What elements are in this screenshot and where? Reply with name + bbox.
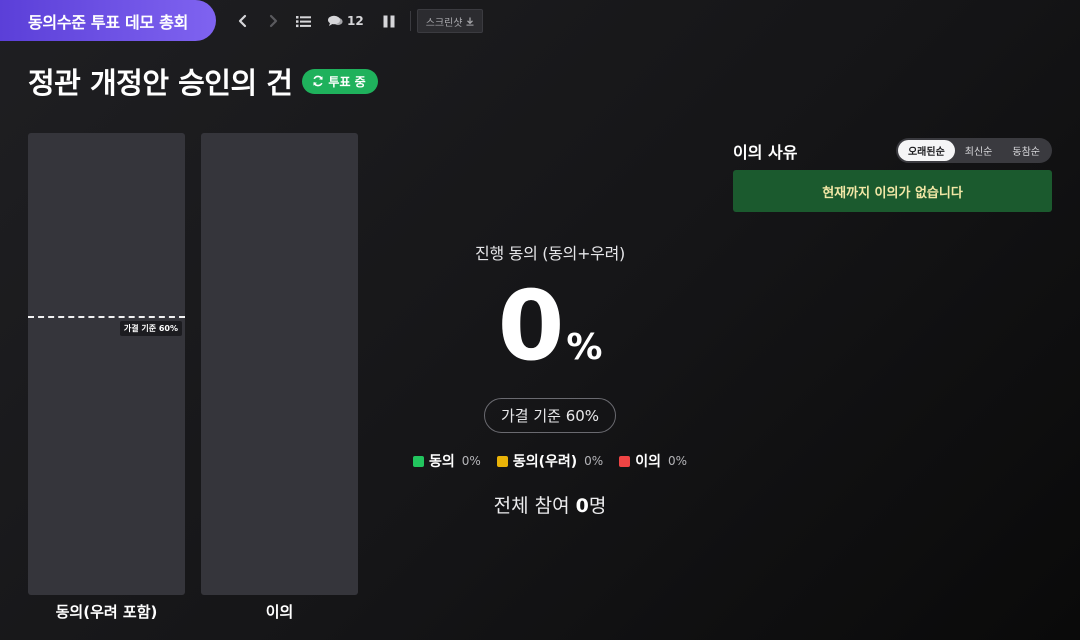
progress-unit: %	[566, 327, 603, 368]
legend-swatch-agree	[413, 455, 424, 467]
progress-percentage: 0 %	[498, 268, 603, 376]
total-participants: 전체 참여 0명	[494, 491, 607, 518]
total-count: 0	[575, 495, 589, 517]
empty-reasons-message: 현재까지 이의가 없습니다	[733, 170, 1052, 212]
toolbar: 12 스크린샷	[228, 8, 483, 34]
disagree-bar-label: 이의	[265, 603, 294, 621]
next-button[interactable]	[258, 8, 288, 34]
reasons-title: 이의 사유	[733, 142, 798, 162]
legend-name: 이의	[635, 454, 661, 470]
list-icon	[295, 15, 311, 27]
legend-pct: 0%	[461, 454, 481, 468]
chevron-right-icon	[269, 14, 278, 28]
threshold-pill: 가결 기준 60%	[483, 398, 617, 433]
objection-reasons-panel: 이의 사유 오래된순 최신순 동참순 현재까지 이의가 없습니다	[733, 138, 1052, 212]
progress-label: 진행 동의 (동의+우려)	[475, 244, 625, 263]
title-row: 정관 개정안 승인의 건 투표 중	[28, 60, 378, 102]
legend-name: 동의(우려)	[512, 454, 578, 470]
refresh-icon	[313, 75, 324, 87]
sort-tab-most-joined[interactable]: 동참순	[1002, 140, 1050, 161]
sort-tabs: 오래된순 최신순 동참순	[895, 138, 1052, 163]
sort-tab-newest[interactable]: 최신순	[955, 140, 1003, 161]
download-icon	[466, 17, 474, 26]
event-title: 동의수준 투표 데모 총회	[27, 12, 188, 32]
legend-item-disagree: 이의 0%	[619, 451, 687, 471]
screenshot-button[interactable]: 스크린샷	[416, 9, 483, 33]
disagree-bar-track	[201, 133, 358, 595]
agree-bar-column: 가결 기준 60% 동의(우려 포함)	[28, 133, 185, 622]
comment-count: 12	[347, 14, 364, 28]
prev-button[interactable]	[228, 8, 258, 34]
legend-swatch-disagree	[619, 455, 631, 467]
legend-name: 동의	[429, 454, 455, 470]
legend-pct: 0%	[667, 454, 687, 468]
screenshot-label: 스크린샷	[425, 17, 463, 29]
agree-bar-track: 가결 기준 60%	[28, 133, 185, 595]
sort-tab-oldest[interactable]: 오래된순	[897, 140, 955, 161]
comments-icon	[328, 15, 343, 26]
progress-summary: 진행 동의 (동의+우려) 0 % 가결 기준 60% 동의 0% 동의(우려)…	[400, 240, 700, 518]
page-title: 정관 개정안 승인의 건	[28, 66, 293, 100]
chevron-left-icon	[238, 14, 247, 28]
disagree-bar-column: 이의	[201, 133, 358, 622]
total-prefix: 전체 참여	[493, 495, 576, 517]
toolbar-divider	[409, 11, 411, 31]
legend-swatch-concern	[496, 455, 508, 467]
pause-button[interactable]	[374, 8, 404, 34]
progress-value: 0	[497, 270, 565, 382]
legend-pct: 0%	[584, 454, 604, 468]
legend-item-concern: 동의(우려) 0%	[496, 451, 604, 471]
pause-icon	[383, 15, 395, 27]
event-title-pill[interactable]: 동의수준 투표 데모 총회	[0, 0, 216, 41]
total-suffix: 명	[588, 495, 607, 517]
status-badge: 투표 중	[302, 68, 378, 94]
agenda-list-button[interactable]	[288, 8, 318, 34]
threshold-line	[28, 315, 185, 318]
comments-button[interactable]: 12	[324, 8, 368, 34]
vote-legend: 동의 0% 동의(우려) 0% 이의 0%	[413, 451, 687, 471]
status-badge-label: 투표 중	[328, 74, 366, 89]
agree-bar-label: 동의(우려 포함)	[55, 603, 158, 621]
threshold-tag: 가결 기준 60%	[119, 320, 182, 336]
reasons-header: 이의 사유 오래된순 최신순 동참순	[733, 138, 1052, 163]
legend-item-agree: 동의 0%	[413, 451, 481, 471]
